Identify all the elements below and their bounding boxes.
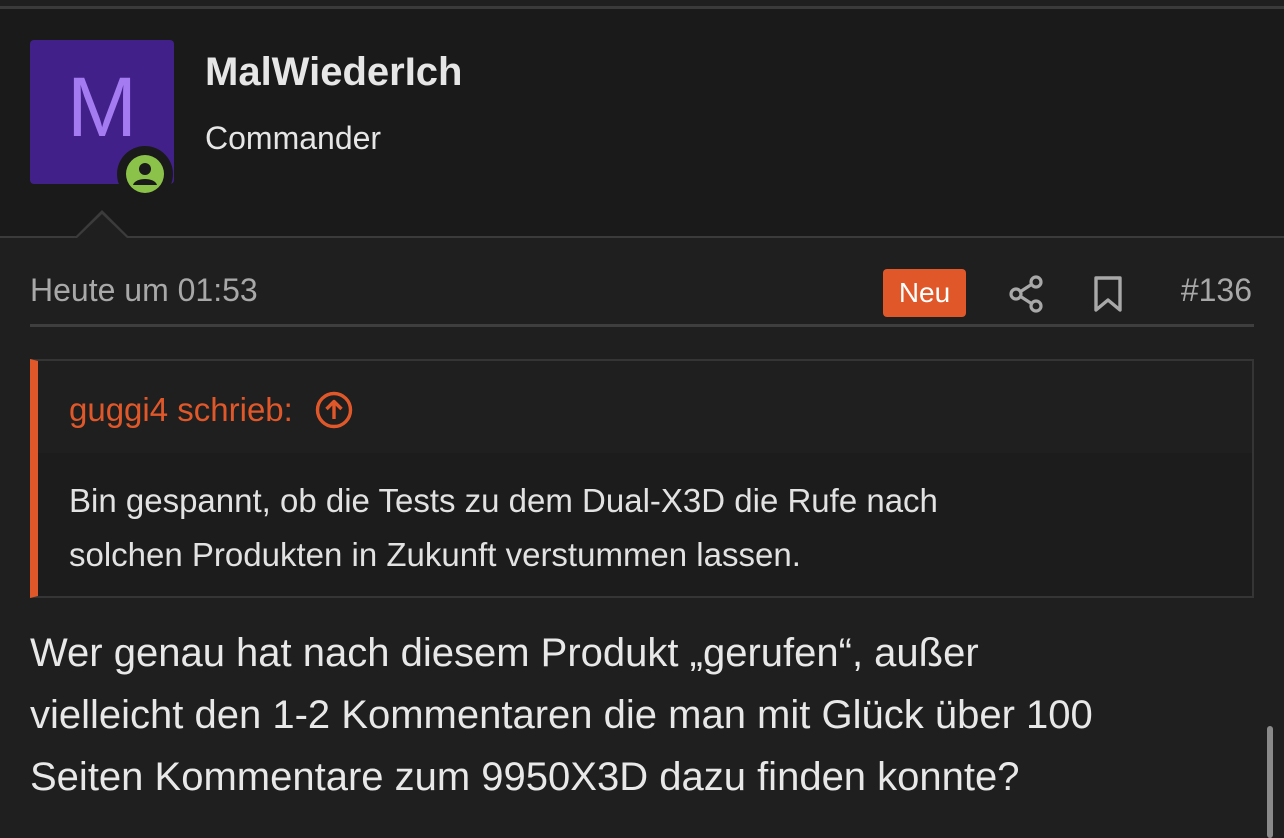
post-meta-bar: Heute um 01:53 Neu #136: [30, 262, 1254, 327]
arrow-up-circle-icon[interactable]: [315, 391, 353, 429]
vertical-scrollbar[interactable]: [1267, 726, 1273, 838]
author-pointer-arrow-inner: [76, 214, 128, 239]
avatar-letter: M: [67, 60, 137, 154]
post-date[interactable]: Heute um 01:53: [30, 272, 258, 309]
online-user-icon: [117, 146, 173, 202]
quote-author-label: guggi4 schrieb:: [69, 391, 293, 428]
quote-author-link[interactable]: guggi4 schrieb:: [69, 391, 353, 429]
quote-line: solchen Produkten in Zukunft verstummen …: [69, 536, 801, 573]
share-icon[interactable]: [1006, 274, 1046, 314]
bookmark-icon[interactable]: [1093, 275, 1123, 313]
post-body-line: vielleicht den 1-2 Kommentaren die man m…: [30, 693, 1093, 737]
quote-block: guggi4 schrieb: Bin gespannt, ob die Tes…: [30, 359, 1254, 598]
forum-post-page: M MalWiederIch Commander Heute um 01:53 …: [0, 0, 1284, 838]
post-body-line: Wer genau hat nach diesem Produkt „geruf…: [30, 631, 979, 675]
quote-body: Bin gespannt, ob die Tests zu dem Dual-X…: [69, 474, 1199, 582]
username[interactable]: MalWiederIch: [205, 50, 462, 95]
quote-line: Bin gespannt, ob die Tests zu dem Dual-X…: [69, 482, 938, 519]
author-block: [0, 9, 1284, 236]
post-body: Wer genau hat nach diesem Produkt „geruf…: [30, 622, 1260, 808]
post-number-link[interactable]: #136: [1181, 272, 1252, 309]
author-divider: [0, 236, 1284, 238]
user-title: Commander: [205, 120, 382, 156]
post-body-line: Seiten Kommentare zum 9950X3D dazu finde…: [30, 755, 1020, 799]
new-badge: Neu: [883, 269, 966, 317]
